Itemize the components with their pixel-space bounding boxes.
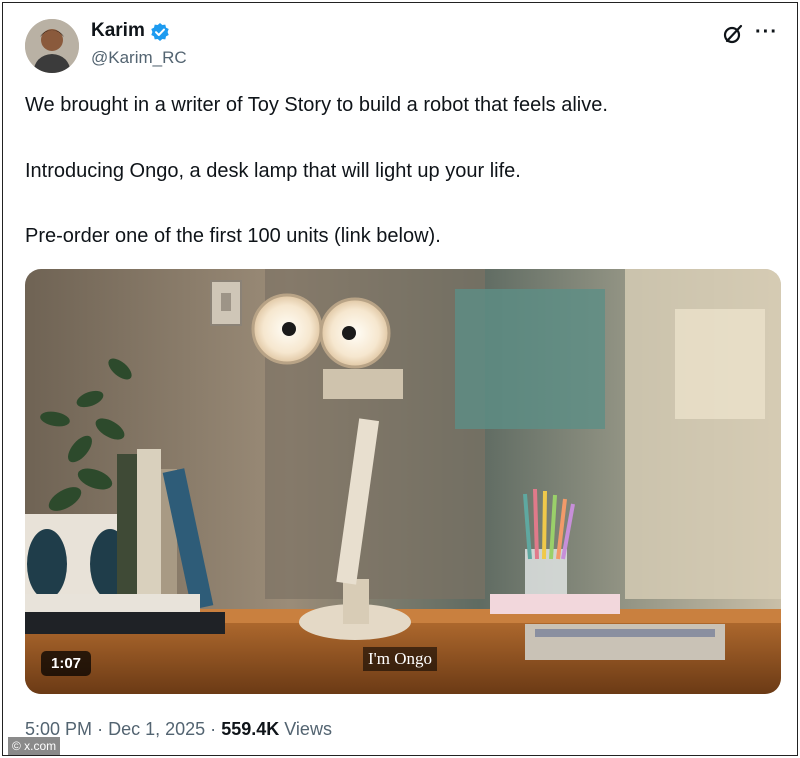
video-duration: 1:07 bbox=[41, 651, 92, 676]
tweet-card: Karim @Karim_RC ··· We brought in a writ… bbox=[2, 2, 798, 756]
avatar[interactable] bbox=[25, 19, 79, 73]
tweet-text-line-3: Pre-order one of the first 100 units (li… bbox=[25, 225, 441, 247]
tweet-meta: 5:00 PM · Dec 1, 2025 · 559.4K Views bbox=[25, 719, 332, 740]
tweet-text-line-1: We brought in a writer of Toy Story to b… bbox=[25, 94, 608, 116]
author-name[interactable]: Karim bbox=[91, 20, 145, 42]
source-watermark: © x.com bbox=[8, 737, 61, 755]
views-count[interactable]: 559.4K bbox=[221, 719, 279, 739]
meta-separator: · bbox=[97, 719, 104, 739]
tweet-text-line-2: Introducing Ongo, a desk lamp that will … bbox=[25, 160, 521, 182]
verified-badge-icon bbox=[151, 23, 169, 41]
video-frame bbox=[25, 269, 781, 694]
views-label: Views bbox=[284, 719, 332, 739]
post-time[interactable]: 5:00 PM bbox=[25, 719, 92, 739]
more-icon[interactable]: ··· bbox=[755, 21, 778, 44]
video-player[interactable] bbox=[25, 269, 781, 694]
author-handle[interactable]: @Karim_RC bbox=[91, 48, 187, 68]
grok-icon[interactable] bbox=[722, 23, 744, 45]
meta-separator: · bbox=[210, 719, 217, 739]
post-date[interactable]: Dec 1, 2025 bbox=[108, 719, 205, 739]
video-caption: I'm Ongo bbox=[363, 647, 437, 671]
